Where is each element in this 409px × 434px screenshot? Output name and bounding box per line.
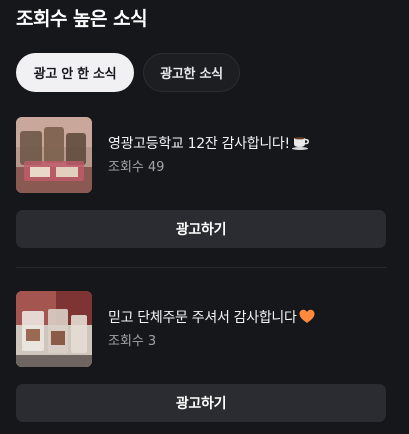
advertise-button[interactable]: 광고하기: [16, 210, 386, 248]
list-item[interactable]: 영광고등학교 12잔 감사합니다! 조회수 49: [16, 117, 386, 197]
divider: [16, 267, 386, 268]
tab-not-advertised[interactable]: 광고 안 한 소식: [16, 53, 134, 92]
tab-bar: 광고 안 한 소식 광고한 소식: [16, 53, 240, 92]
view-count: 조회수 3: [108, 334, 157, 349]
coffee-cup-icon: [291, 135, 310, 156]
post-title: 영광고등학교 12잔 감사합니다!: [108, 135, 386, 156]
list-item[interactable]: 믿고 단체주문 주셔서 감사합니다 조회수 3: [16, 291, 386, 371]
view-count: 조회수 49: [108, 160, 165, 175]
post-title: 믿고 단체주문 주셔서 감사합니다: [108, 309, 386, 330]
advertise-button[interactable]: 광고하기: [16, 384, 386, 422]
post-thumbnail: [16, 291, 92, 367]
tab-advertised[interactable]: 광고한 소식: [143, 53, 240, 92]
orange-heart-icon: [299, 309, 315, 330]
page-title: 조회수 높은 소식: [16, 8, 148, 30]
post-thumbnail: [16, 117, 92, 193]
